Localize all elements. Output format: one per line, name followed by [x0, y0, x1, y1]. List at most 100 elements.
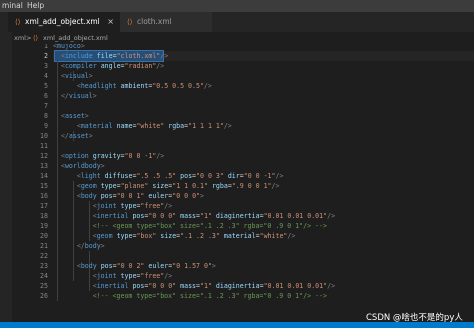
- code-token: pos: [100, 192, 113, 200]
- code-line[interactable]: 1 <mujoco>: [12, 44, 474, 51]
- tab-cloth[interactable]: ⟨⟩ cloth.xml: [120, 12, 212, 32]
- code-line[interactable]: 7: [12, 101, 474, 111]
- code-line[interactable]: 22: [12, 251, 474, 261]
- code-text: <light diffuse=".5 .5 .5" pos="0 0 3" di…: [53, 171, 284, 181]
- code-token: rgba: [211, 182, 228, 190]
- code-line[interactable]: 21 </body>: [12, 241, 474, 251]
- code-line[interactable]: 16 <body pos="0 0 1" euler="0 0 0">: [12, 191, 474, 201]
- code-token: <!-- <geom type="box" size=".1 .2 .3" rg…: [92, 292, 327, 300]
- code-token: />: [164, 272, 173, 280]
- code-token: pos: [100, 262, 113, 270]
- code-line[interactable]: 15 <geom type="plane" size="1 1 0.1" rgb…: [12, 181, 474, 191]
- code-text: <material name="white" rgba="1 1 1 1"/>: [53, 121, 232, 131]
- code-line[interactable]: 12 <option gravity="0 0 -1"/>: [12, 151, 474, 161]
- code-token: type: [116, 232, 133, 240]
- code-line[interactable]: 4 <visual>: [12, 71, 474, 81]
- code-line[interactable]: 23 <body pos="0 0 2" euler="0 1.57 0">: [12, 261, 474, 271]
- breadcrumb-separator: >: [26, 34, 32, 42]
- code-line[interactable]: 19 <!-- <geom type="box" size=".1 .2 .3"…: [12, 221, 474, 231]
- code-line[interactable]: 18 <inertial pos="0 0 0" mass="1" diagin…: [12, 211, 474, 221]
- line-number: 13: [40, 162, 48, 170]
- code-text: <!-- <geom type="box" size=".1 .2 .3" rg…: [53, 221, 327, 231]
- tab-xml-add-object[interactable]: ⟨⟩ xml_add_object.xml ×: [8, 12, 120, 32]
- code-line[interactable]: 11: [12, 141, 474, 151]
- code-token: inertial: [96, 282, 129, 290]
- code-text: <compiler angle="radian"/>: [53, 61, 164, 71]
- code-text: <include file="cloth.xml"/>: [53, 51, 168, 61]
- code-line[interactable]: 6 </visual>: [12, 91, 474, 101]
- code-token: "0 0 -1": [124, 152, 157, 160]
- code-line[interactable]: 3 <compiler angle="radian"/>: [12, 61, 474, 71]
- code-text: <!-- <geom type="box" size=".1 .2 .3" rg…: [53, 291, 327, 301]
- code-token: />: [156, 152, 165, 160]
- menu-item-terminal[interactable]: minal: [2, 0, 23, 12]
- code-line[interactable]: 26 <!-- <geom type="box" size=".1 .2 .3"…: [12, 291, 474, 301]
- code-line[interactable]: 10 </asset>: [12, 131, 474, 141]
- code-text: <joint type="free"/>: [53, 271, 172, 281]
- code-token: "0 0 -1": [243, 172, 276, 180]
- code-editor[interactable]: 1 <mujoco> 2 <include file="cloth.xml"/> 3 …: [12, 44, 474, 302]
- menu-bar: minal Help: [0, 0, 474, 12]
- code-token: material: [223, 232, 256, 240]
- code-token: body: [84, 242, 101, 250]
- code-token: geom: [96, 232, 113, 240]
- code-line[interactable]: 13 <worldbody>: [12, 161, 474, 171]
- code-token: angle: [100, 62, 121, 70]
- code-token: pos: [180, 172, 193, 180]
- code-line[interactable]: 2 <include file="cloth.xml"/>: [12, 51, 474, 61]
- code-text: <worldbody>: [53, 161, 105, 171]
- code-token: >: [92, 92, 97, 100]
- code-token: gravity: [92, 152, 121, 160]
- code-text: <joint type="free"/>: [53, 201, 172, 211]
- code-line[interactable]: 25 <inertial pos="0 0 0" mass="1" diagin…: [12, 281, 474, 291]
- line-number: 20: [40, 232, 48, 240]
- tab-bar: ⟨⟩ xml_add_object.xml × ⟨⟩ cloth.xml: [0, 12, 474, 32]
- code-line[interactable]: 14 <light diffuse=".5 .5 .5" pos="0 0 3"…: [12, 171, 474, 181]
- line-number: 7: [44, 102, 48, 110]
- code-line[interactable]: 24 <joint type="free"/>: [12, 271, 474, 281]
- code-token: joint: [96, 202, 117, 210]
- code-line[interactable]: <geom type="sphere" size=".1 .2 .3" mate…: [12, 301, 474, 302]
- code-line[interactable]: 17 <joint type="free"/>: [12, 201, 474, 211]
- code-token: />: [287, 232, 296, 240]
- close-icon[interactable]: ×: [107, 12, 114, 32]
- breadcrumb-folder[interactable]: xml: [14, 32, 26, 44]
- tab-label: cloth.xml: [137, 17, 172, 26]
- code-token: ".5 .5 .5": [136, 172, 177, 180]
- menu-item-help[interactable]: Help: [27, 0, 44, 12]
- line-number: 3: [44, 62, 48, 70]
- code-token: "plane": [120, 182, 149, 190]
- line-number: 1: [44, 44, 48, 50]
- code-token: inertial: [96, 212, 129, 220]
- code-token: "0 0 3": [196, 172, 224, 180]
- line-number: 14: [40, 172, 48, 180]
- code-token: />: [164, 202, 173, 210]
- code-token: name: [116, 122, 133, 130]
- code-token: visual: [68, 92, 93, 100]
- breadcrumb-file[interactable]: xml_add_object.xml: [43, 32, 108, 44]
- code-line[interactable]: 5 <headlight ambient="0.5 0.5 0.5"/>: [12, 81, 474, 91]
- code-token: "cloth.xml": [116, 52, 161, 60]
- code-token: "white": [136, 122, 165, 130]
- xml-file-icon: ⟨⟩: [33, 34, 39, 42]
- code-line[interactable]: 20 <geom type="box" size=".1 .2 .3" mate…: [12, 231, 474, 241]
- code-token: option: [64, 152, 89, 160]
- code-token: material: [80, 122, 113, 130]
- code-token: light: [80, 172, 101, 180]
- code-token: "1 1 0.1": [172, 182, 208, 190]
- code-token: size: [160, 232, 177, 240]
- code-token: include: [64, 52, 93, 60]
- code-token: </: [76, 242, 85, 250]
- code-line[interactable]: 8 <asset>: [12, 111, 474, 121]
- code-line[interactable]: 9 <material name="white" rgba="1 1 1 1"/…: [12, 121, 474, 131]
